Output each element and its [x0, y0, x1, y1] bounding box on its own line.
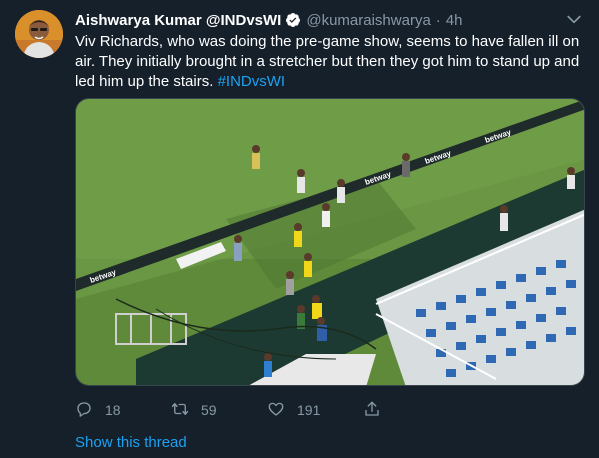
- share-icon: [363, 400, 381, 421]
- retweet-icon: [171, 400, 189, 421]
- like-button[interactable]: 191: [267, 400, 363, 421]
- reply-icon: [75, 400, 93, 421]
- separator: ·: [435, 11, 441, 29]
- retweet-count: 59: [201, 402, 217, 418]
- avatar[interactable]: [15, 10, 63, 58]
- reply-button[interactable]: 18: [75, 400, 171, 421]
- tweet-header: Aishwarya Kumar @INDvsWI @kumaraishwarya…: [75, 10, 462, 30]
- heart-icon: [267, 400, 285, 421]
- retweet-button[interactable]: 59: [171, 400, 267, 421]
- tweet: Aishwarya Kumar @INDvsWI @kumaraishwarya…: [0, 0, 599, 458]
- share-button[interactable]: [363, 400, 403, 421]
- tweet-body: Viv Richards, who was doing the pre-game…: [75, 33, 580, 90]
- timestamp[interactable]: 4h: [446, 12, 463, 29]
- reply-count: 18: [105, 402, 121, 418]
- show-thread-link[interactable]: Show this thread: [75, 434, 187, 451]
- stadium-photo: betway betway betway betway: [76, 99, 584, 385]
- author-name[interactable]: Aishwarya Kumar @INDvsWI: [75, 12, 281, 29]
- tweet-text: Viv Richards, who was doing the pre-game…: [75, 32, 585, 92]
- hashtag-link[interactable]: #INDvsWI: [218, 73, 286, 90]
- tweet-photo[interactable]: betway betway betway betway: [75, 98, 585, 386]
- tweet-actions: 18 59 191: [75, 400, 403, 420]
- avatar-image: [15, 10, 63, 58]
- like-count: 191: [297, 402, 321, 418]
- author-handle[interactable]: @kumaraishwarya: [306, 12, 430, 29]
- verified-badge-icon: [285, 12, 301, 28]
- chevron-down-icon[interactable]: [564, 9, 584, 29]
